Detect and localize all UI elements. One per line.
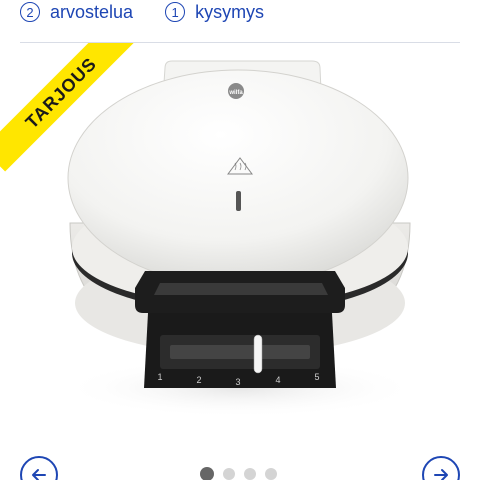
product-meta-row: 2 arvostelua 1 kysymys [20, 0, 264, 24]
reviews-link[interactable]: 2 arvostelua [20, 2, 133, 23]
reviews-count: 2 [20, 2, 40, 22]
arrow-left-icon [32, 469, 46, 480]
questions-link[interactable]: 1 kysymys [165, 2, 264, 23]
dial-number-5: 5 [314, 372, 319, 382]
dial-number-3: 3 [235, 377, 240, 387]
questions-count: 1 [165, 2, 186, 22]
product-image: wilfa 1 2 3 4 5 [60, 60, 420, 418]
carousel-dot-3[interactable] [244, 468, 256, 480]
dial-number-2: 2 [196, 375, 201, 385]
reviews-label: arvostelua [50, 1, 134, 22]
brand-logo: wilfa [228, 90, 243, 96]
dial-number-1: 1 [157, 372, 162, 382]
arrow-right-icon [434, 469, 448, 480]
carousel-dots [200, 467, 277, 480]
product-gallery[interactable]: wilfa 1 2 3 4 5 [0, 43, 480, 480]
carousel-dot-2[interactable] [223, 468, 235, 480]
dial-number-4: 4 [275, 375, 280, 385]
carousel-dot-4[interactable] [265, 468, 277, 480]
questions-label: kysymys [195, 1, 265, 22]
carousel-dot-1[interactable] [200, 467, 214, 480]
